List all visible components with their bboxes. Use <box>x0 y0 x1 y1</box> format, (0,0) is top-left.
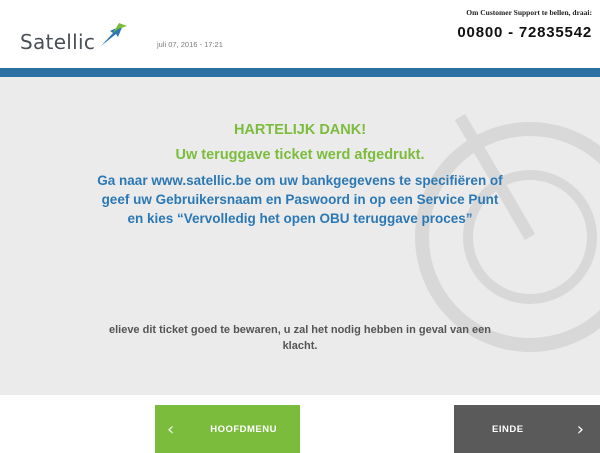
main-content: HARTELIJK DANK! Uw teruggave ticket werd… <box>0 77 600 395</box>
ticket-printed-subtitle: Uw teruggave ticket werd afgedrukt. <box>175 147 425 163</box>
end-label: EINDE <box>492 423 524 435</box>
end-button[interactable]: EINDE › <box>454 405 600 453</box>
keep-ticket-note: elieve dit ticket goed te bewaren, u zal… <box>0 322 600 354</box>
main-menu-button[interactable]: ‹ HOOFDMENU <box>155 405 300 453</box>
header: Satellic juli 07, 2016 - 17:21 Om Custom… <box>0 0 600 68</box>
support-phone: 00800 - 72835542 <box>457 24 592 41</box>
support-label: Om Customer Support te bellen, draai: <box>466 8 592 17</box>
footer: ‹ HOOFDMENU EINDE › <box>0 395 600 453</box>
note-line: klacht. <box>282 340 318 352</box>
chevron-left-icon: ‹ <box>167 418 175 440</box>
note-line: elieve dit ticket goed te bewaren, u zal… <box>108 324 492 336</box>
instruction-line: Ga naar www.satellic.be om uw bankgegeve… <box>97 173 503 188</box>
instruction-line: en kies “Vervolledig het open OBU terugg… <box>127 211 473 226</box>
instruction-line: geef uw Gebruikersnaam en Paswoord in op… <box>101 192 499 207</box>
satellic-logo: Satellic <box>20 22 129 54</box>
header-divider-bar <box>0 68 600 77</box>
thank-you-title: HARTELIJK DANK! <box>233 122 367 138</box>
support-block: Om Customer Support te bellen, draai: 00… <box>457 8 592 41</box>
main-menu-label: HOOFDMENU <box>210 423 277 435</box>
datetime: juli 07, 2016 - 17:21 <box>157 40 223 49</box>
instructions: Ga naar www.satellic.be om uw bankgegeve… <box>0 171 600 228</box>
satellic-arrow-logo-icon <box>101 23 128 46</box>
logo-text: Satellic <box>20 30 96 54</box>
chevron-right-icon: › <box>576 418 584 440</box>
